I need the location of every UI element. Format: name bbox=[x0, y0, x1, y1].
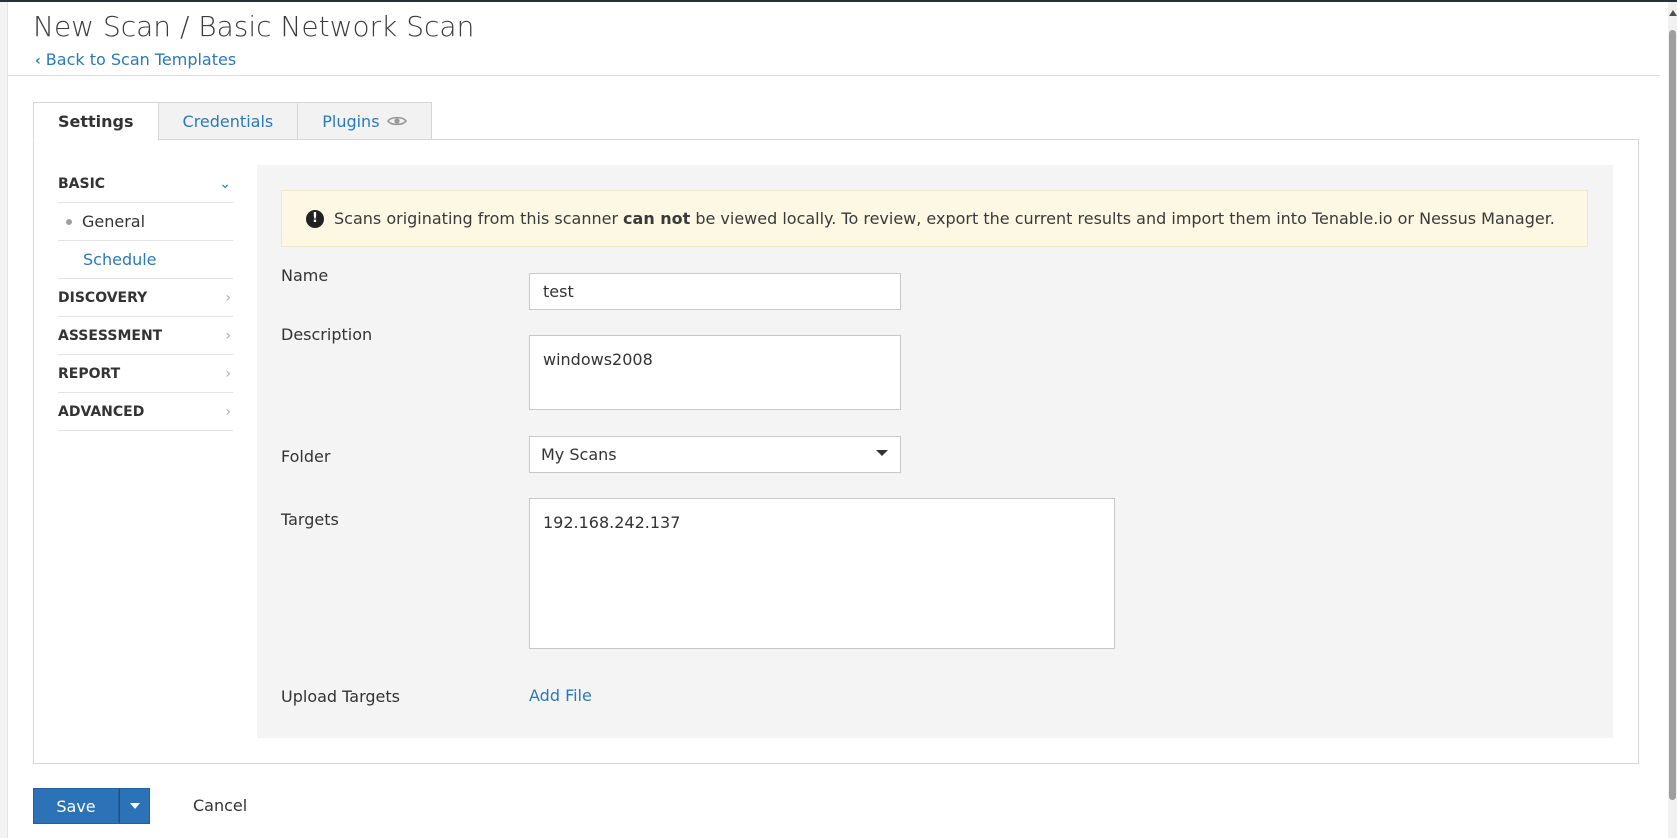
alert-text-bold: can not bbox=[623, 209, 691, 228]
sidebar-section-discovery[interactable]: DISCOVERY › bbox=[58, 279, 233, 317]
upload-targets-label: Upload Targets bbox=[281, 687, 400, 706]
chevron-left-icon: ‹ bbox=[35, 53, 41, 69]
folder-select[interactable]: My Scans bbox=[529, 436, 901, 473]
alert-text-before: Scans originating from this scanner bbox=[334, 209, 619, 228]
caret-down-icon bbox=[129, 803, 140, 809]
alert-text-after: be viewed locally. To review, export the… bbox=[695, 209, 1555, 228]
sidebar-item-label: General bbox=[82, 212, 146, 231]
caret-down-icon bbox=[876, 450, 888, 456]
scanner-warning-alert: ! Scans originating from this scanner ca… bbox=[281, 190, 1588, 247]
targets-value: 192.168.242.137 bbox=[543, 513, 681, 532]
folder-value: My Scans bbox=[541, 445, 617, 464]
sidebar-section-label: BASIC bbox=[58, 175, 106, 192]
chevron-right-icon: › bbox=[225, 327, 231, 344]
sidebar-item-label: Schedule bbox=[83, 250, 157, 269]
sidebar-section-label: ADVANCED bbox=[58, 403, 145, 420]
description-label: Description bbox=[281, 325, 373, 344]
scrollbar-thumb[interactable] bbox=[1669, 30, 1676, 800]
tab-settings-label: Settings bbox=[58, 112, 134, 131]
save-options-dropdown[interactable] bbox=[119, 788, 150, 824]
sidebar-section-label: DISCOVERY bbox=[58, 289, 148, 306]
exclamation-circle-icon: ! bbox=[306, 209, 324, 228]
name-input[interactable]: test bbox=[529, 273, 901, 310]
sidebar-section-advanced[interactable]: ADVANCED › bbox=[58, 393, 233, 431]
tab-credentials-label: Credentials bbox=[182, 111, 274, 131]
tab-plugins-label: Plugins bbox=[322, 111, 380, 131]
left-edge-bar bbox=[0, 2, 8, 838]
cancel-button[interactable]: Cancel bbox=[193, 796, 247, 815]
folder-label: Folder bbox=[281, 447, 331, 466]
targets-label: Targets bbox=[281, 510, 339, 529]
scroll-up-arrow-icon[interactable] bbox=[1669, 10, 1677, 16]
name-value: test bbox=[543, 282, 574, 301]
sidebar-section-label: ASSESSMENT bbox=[58, 327, 163, 344]
description-value: windows2008 bbox=[543, 350, 653, 369]
chevron-right-icon: › bbox=[225, 365, 231, 382]
chevron-right-icon: › bbox=[225, 289, 231, 306]
sidebar-section-basic[interactable]: BASIC ⌄ bbox=[58, 165, 233, 203]
chevron-down-icon: ⌄ bbox=[219, 175, 231, 192]
sidebar-item-schedule[interactable]: Schedule bbox=[58, 241, 233, 279]
page-title: New Scan / Basic Network Scan bbox=[33, 10, 475, 43]
save-button-group: Save bbox=[33, 788, 150, 824]
save-button[interactable]: Save bbox=[33, 788, 119, 824]
add-file-link[interactable]: Add File bbox=[529, 686, 592, 705]
settings-form-area: ! Scans originating from this scanner ca… bbox=[257, 165, 1613, 738]
settings-sidebar: BASIC ⌄ General Schedule DISCOVERY › ASS… bbox=[58, 165, 233, 431]
tab-settings[interactable]: Settings bbox=[33, 102, 159, 141]
sidebar-section-assessment[interactable]: ASSESSMENT › bbox=[58, 317, 233, 355]
eye-icon bbox=[386, 115, 407, 127]
targets-textarea[interactable]: 192.168.242.137 bbox=[529, 498, 1115, 649]
back-to-templates-link[interactable]: ‹ Back to Scan Templates bbox=[35, 50, 236, 69]
tab-plugins[interactable]: Plugins bbox=[297, 102, 432, 140]
page-header: New Scan / Basic Network Scan ‹ Back to S… bbox=[8, 2, 1660, 76]
bullet-icon bbox=[66, 218, 72, 225]
tab-credentials[interactable]: Credentials bbox=[157, 102, 299, 140]
name-label: Name bbox=[281, 266, 329, 285]
description-textarea[interactable]: windows2008 bbox=[529, 335, 901, 410]
tab-bar: Settings Credentials Plugins bbox=[33, 102, 432, 141]
chevron-right-icon: › bbox=[225, 403, 231, 420]
sidebar-section-report[interactable]: REPORT › bbox=[58, 355, 233, 393]
sidebar-item-general[interactable]: General bbox=[58, 203, 233, 241]
sidebar-section-label: REPORT bbox=[58, 365, 121, 382]
back-link-label: Back to Scan Templates bbox=[45, 50, 237, 69]
